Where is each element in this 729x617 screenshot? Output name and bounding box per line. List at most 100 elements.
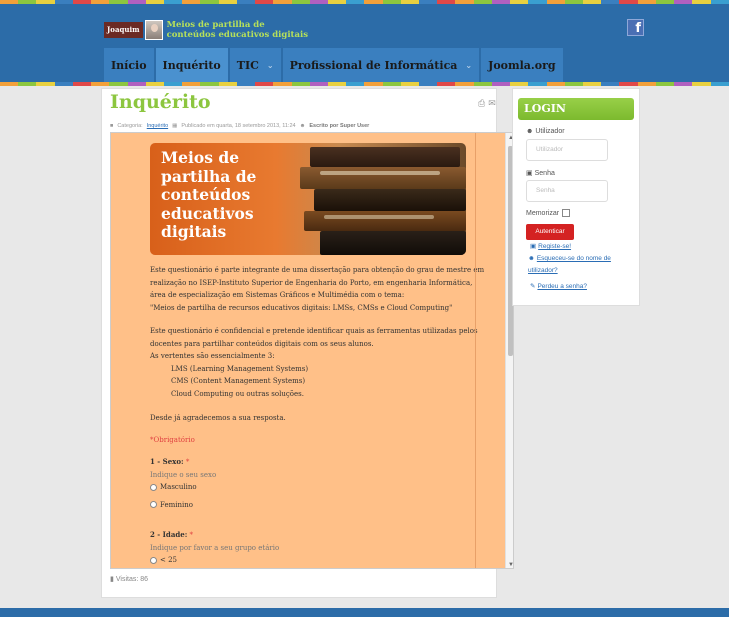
stripe-segment [255,82,274,86]
register-link[interactable]: ▣ Registe-se! [530,241,571,253]
radio-button[interactable] [150,556,157,564]
stripe-segment [364,0,383,4]
required-note: *Obrigatório [150,436,195,444]
stripe-segment [419,82,438,86]
radio-button[interactable] [150,483,157,491]
login-button[interactable]: Autenticar [526,224,574,240]
print-icon[interactable]: ⎙ [478,98,485,109]
question-label: 2 - Idade: [150,530,188,539]
main-menu: Início Inquérito TIC ⌄ Profissional de In… [104,48,565,82]
scroll-down-icon[interactable]: ▼ [507,561,513,568]
stripe-segment [510,82,529,86]
lock-icon: ▣ [530,243,537,250]
radio-button[interactable] [150,501,157,509]
visits-text: Visitas: 86 [115,575,149,583]
stripe-segment [163,0,183,4]
menu-item-tic[interactable]: TIC ⌄ [229,48,283,82]
stripe-segment [382,82,401,86]
edit-icon: ✎ [530,283,536,290]
banner-title: Meios de partilha de conteúdos educativo… [161,148,301,242]
question-2: 2 - Idade: * Indique por favor a seu gru… [150,529,279,567]
menu-item-inicio[interactable]: Início [104,48,156,82]
forgot-username-link[interactable]: ☻ Esqueceu-se do nome de utilizador? [528,253,611,277]
email-icon[interactable]: ✉ [488,98,496,109]
page-title: Inquérito [110,91,211,113]
stripe-segment [72,82,92,86]
username-input[interactable]: Utilizador [526,139,608,161]
remember-checkbox[interactable] [562,209,571,217]
menu-item-label: Profissional de Informática [289,58,458,72]
stripe-segment [36,0,55,4]
option-label: Masculino [160,483,197,491]
stripe-segment [200,0,219,4]
books-image [300,143,466,255]
stripe-segment [692,82,711,86]
stripe-segment [127,0,146,4]
stripe-segment [674,82,693,86]
stripe-segment [18,82,37,86]
remember-label: Memorizar [526,209,560,217]
logo-name: Joaquim [104,22,143,38]
option-label: Feminino [160,500,193,509]
color-stripe-nav [0,82,729,86]
stripe-segment [218,0,237,4]
stripe-segment [54,0,73,4]
survey-banner: Meios de partilha de conteúdos educativo… [150,143,466,255]
site-logo[interactable]: Joaquim Meios de partilha de conteúdos e… [104,18,308,42]
radio-option-masculino[interactable]: Masculino [150,481,216,494]
stripe-segment [54,82,73,86]
menu-item-profissional[interactable]: Profissional de Informática ⌄ [282,48,482,82]
stripe-segment [455,0,474,4]
stripe-segment [619,82,638,86]
stripe-segment [619,0,638,4]
stripe-segment [364,82,383,86]
chevron-down-icon: ⌄ [266,60,274,70]
survey-intro: Este questionário é parte integrante de … [150,264,484,314]
stripe-segment [692,0,711,4]
stripe-segment [601,0,620,4]
user-icon: ☻ [528,255,535,262]
category-prefix: Categoria: [117,123,143,129]
user-icon: ☻ [526,128,534,135]
stripe-segment [109,0,128,4]
intro-line: realização no ISEP-Instituto Superior de… [150,278,473,287]
stripe-segment [200,82,219,86]
survey-purpose: Este questionário é confidencial e prete… [150,325,478,400]
facebook-icon[interactable]: f [627,19,644,36]
stripe-segment [182,0,201,4]
stripe-segment [346,82,365,86]
radio-option-feminino[interactable]: Feminino [150,499,216,512]
password-label-text: Senha [534,169,555,177]
stripe-segment [655,82,675,86]
logo-text-line2: conteúdos educativos digitais [166,30,308,40]
intro-line: área de especialização em Sistemas Gráfi… [150,291,405,299]
radio-option-under-25[interactable]: < 25 [150,554,279,567]
password-input[interactable]: Senha [526,180,608,202]
menu-item-inquerito[interactable]: Inquérito [155,48,230,82]
purpose-line: As vertentes são essencialmente 3: [150,352,275,360]
stripe-segment [273,0,292,4]
stripe-segment [91,0,110,4]
stripe-segment [637,0,656,4]
stats-icon: ▮ [110,576,114,583]
login-title: LOGIN [518,98,634,120]
visits-counter: ▮ Visitas: 86 [110,575,149,584]
forgot-password-link[interactable]: ✎ Perdeu a senha? [530,281,587,293]
purpose-line: Este questionário é confidencial e prete… [150,327,478,335]
stripe-segment [218,82,237,86]
category-link[interactable]: Inquérito [147,123,168,129]
lock-icon: ▣ [526,170,533,177]
stripe-segment [346,0,365,4]
article-actions: ⎙ ✉ [478,98,496,109]
stripe-segment [273,82,292,86]
survey-iframe[interactable]: Meios de partilha de conteúdos educativo… [110,132,514,569]
menu-item-joomla[interactable]: Joomla.org [481,48,565,82]
banner-line: educativos [161,203,254,223]
stripe-segment [72,0,92,4]
stripe-segment [91,82,110,86]
remember-me[interactable]: Memorizar [526,209,571,217]
stripe-segment [0,0,19,4]
menu-item-label: Inquérito [162,58,221,72]
stripe-segment [674,0,693,4]
purpose-line: docentes para partilhar conteúdos digita… [150,339,374,348]
